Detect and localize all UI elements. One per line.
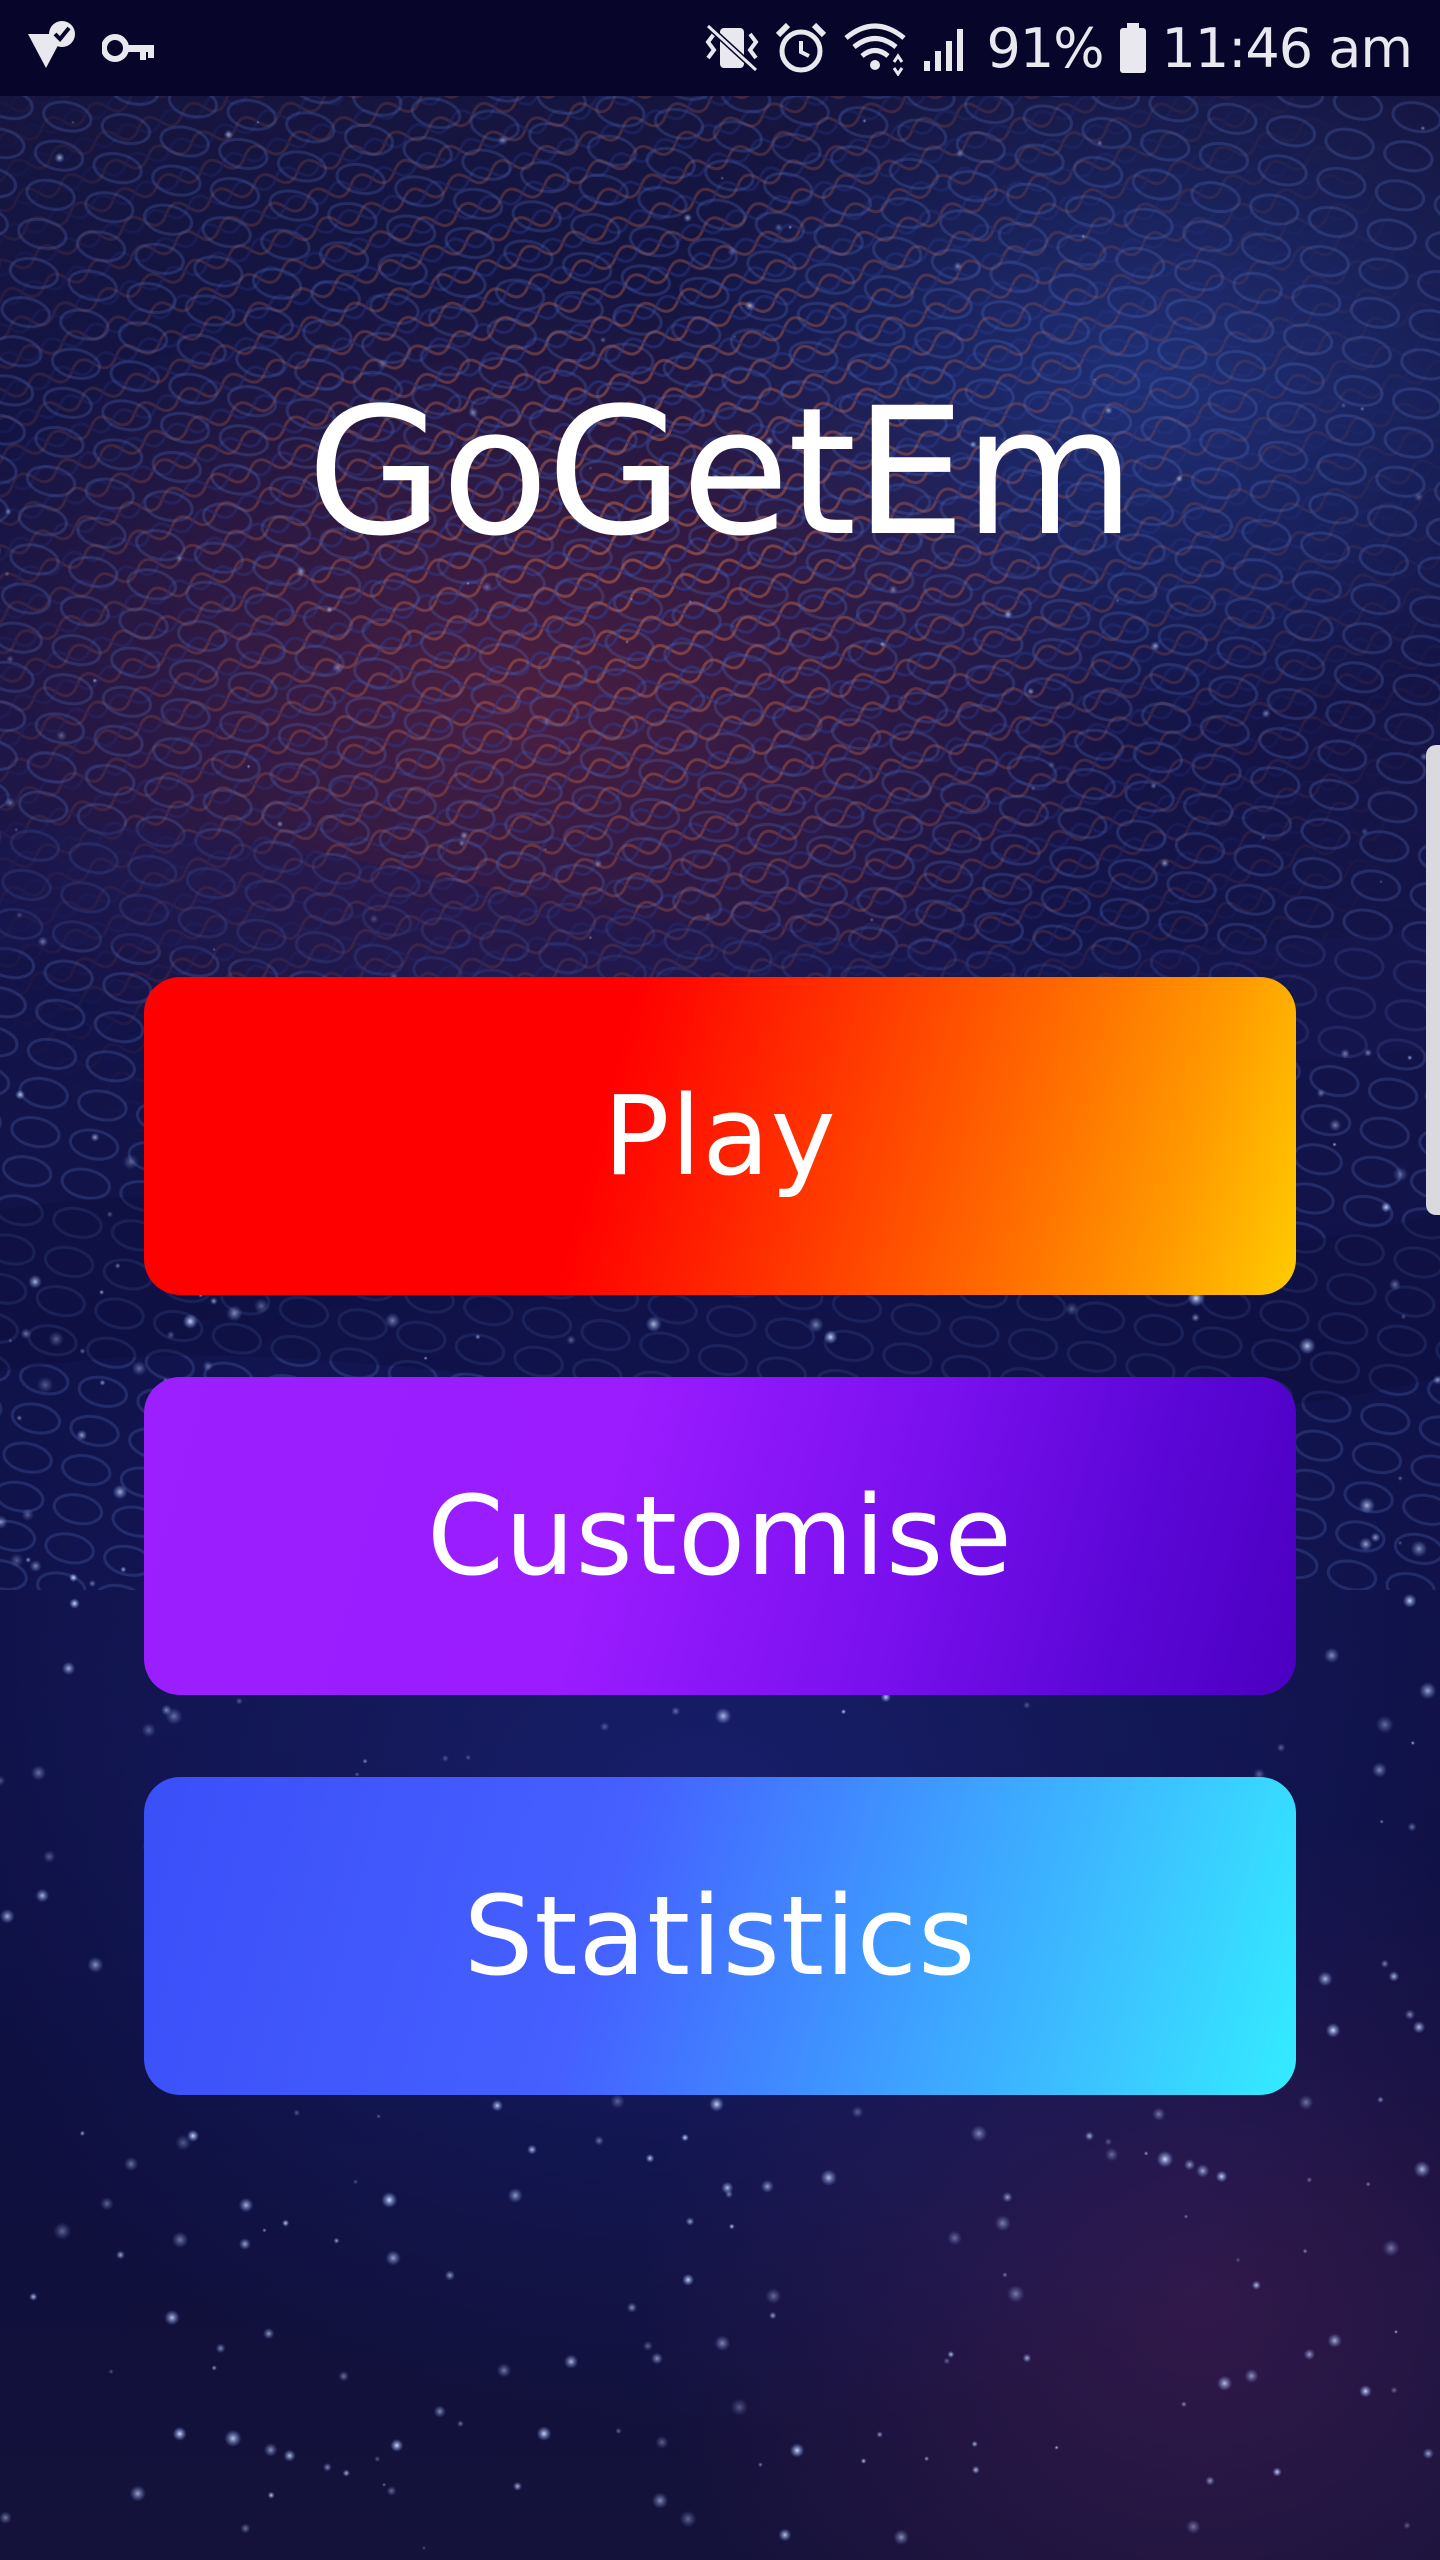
statistics-button[interactable]: Statistics [144,1777,1296,2095]
alarm-icon [774,21,828,75]
clock: 11:46 am [1161,16,1413,80]
main-menu-screen: 91% 11:46 am GoGetEm Play Customise Stat… [0,0,1440,2560]
status-bar: 91% 11:46 am [0,0,1440,96]
battery-percent: 91% [986,16,1104,80]
key-icon [102,28,156,68]
notification-check-icon [24,20,80,76]
customise-button[interactable]: Customise [144,1377,1296,1695]
signal-icon [922,23,972,73]
play-button[interactable]: Play [144,977,1296,1295]
app-title: GoGetEm [306,370,1135,575]
edge-panel-handle[interactable] [1426,745,1440,1215]
status-bar-left [24,18,156,78]
battery-icon [1118,21,1148,75]
wifi-icon [842,20,908,76]
vibrate-icon [704,22,760,74]
status-bar-right: 91% 11:46 am [704,14,1413,82]
